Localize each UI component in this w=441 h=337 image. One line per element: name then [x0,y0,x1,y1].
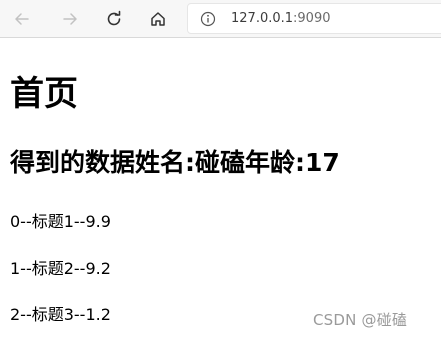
back-arrow-icon [15,13,29,25]
data-heading: 得到的数据姓名:碰磕年龄:17 [10,148,340,177]
list-item: 1--标题2--9.2 [10,259,111,278]
page-content: 首页 得到的数据姓名:碰磕年龄:17 0--标题1--9.9 1--标题2--9… [10,38,441,337]
url-text[interactable]: 127.0.0.1:9090 [231,11,331,26]
forward-arrow-icon [63,13,77,25]
url-host: 127.0.0.1 [231,11,294,26]
list-item: 2--标题3--1.2 [10,305,111,324]
home-button[interactable] [145,6,171,32]
reload-icon [107,10,121,26]
url-port: :9090 [293,11,331,26]
back-button[interactable] [9,6,35,32]
browser-toolbar: 127.0.0.1:9090 [0,0,441,38]
info-icon[interactable] [200,11,216,27]
list-item: 0--标题1--9.9 [10,212,111,231]
forward-button[interactable] [57,6,83,32]
address-bar[interactable]: 127.0.0.1:9090 [187,3,441,34]
page-title: 首页 [10,74,78,114]
home-icon [151,12,165,26]
reload-button[interactable] [101,6,127,32]
csdn-watermark: CSDN @碰磕 [313,311,408,329]
